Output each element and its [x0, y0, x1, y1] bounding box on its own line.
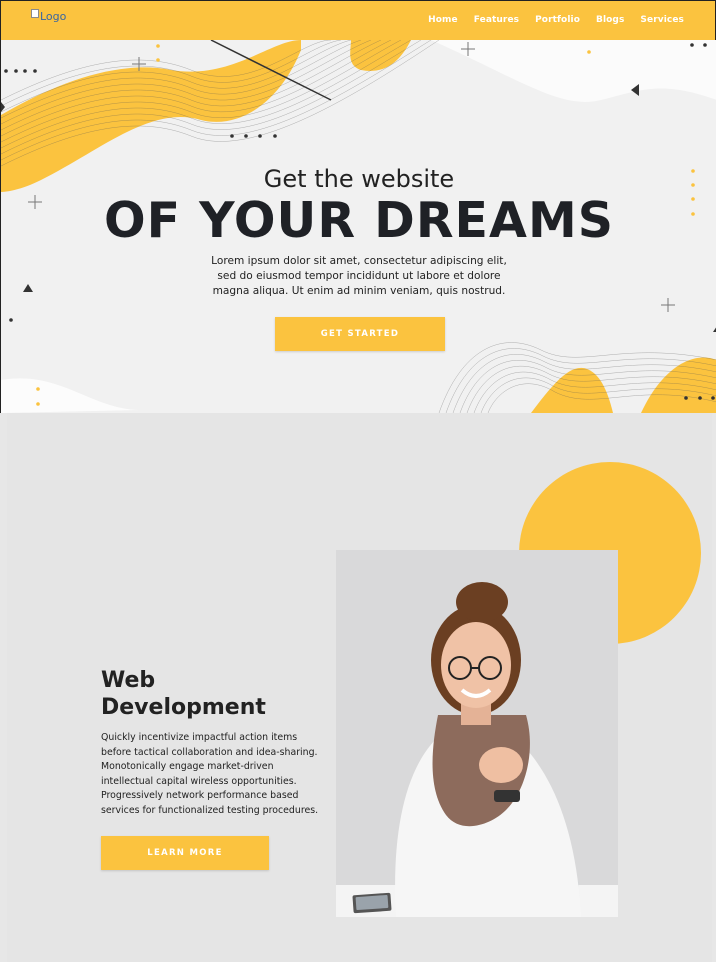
feature-description: Quickly incentivize impactful action ite…	[101, 732, 319, 816]
broken-image-icon	[31, 9, 39, 18]
learn-more-button[interactable]: LEARN MORE	[101, 836, 269, 870]
hero-description: Lorem ipsum dolor sit amet, consectetur …	[211, 255, 507, 297]
logo-alt-text: Logo	[40, 10, 67, 23]
feature-title-line1: Web	[101, 668, 156, 693]
nav-services-link[interactable]: Services	[640, 15, 684, 25]
feature-title: Web Development	[101, 667, 266, 721]
nav-home-link[interactable]: Home	[428, 15, 458, 25]
nav-blogs-link[interactable]: Blogs	[596, 15, 624, 25]
nav-features-link[interactable]: Features	[474, 15, 519, 25]
get-started-button[interactable]: GET STARTED	[275, 317, 445, 351]
logo[interactable]: Logo	[31, 9, 67, 23]
web-development-section: Web Development Quickly incentivize impa…	[7, 413, 712, 962]
nav-links: Home Features Portfolio Blogs Services	[428, 15, 684, 25]
hero-subtitle: Get the website	[263, 165, 455, 193]
hero-section: Get the website OF YOUR DREAMS Lorem ips…	[0, 40, 716, 413]
woman-portrait-image	[336, 550, 618, 917]
feature-title-line2: Development	[101, 695, 266, 720]
top-nav: Logo Home Features Portfolio Blogs Servi…	[0, 0, 716, 40]
nav-portfolio-link[interactable]: Portfolio	[535, 15, 580, 25]
hero-title: OF YOUR DREAMS	[103, 192, 614, 249]
